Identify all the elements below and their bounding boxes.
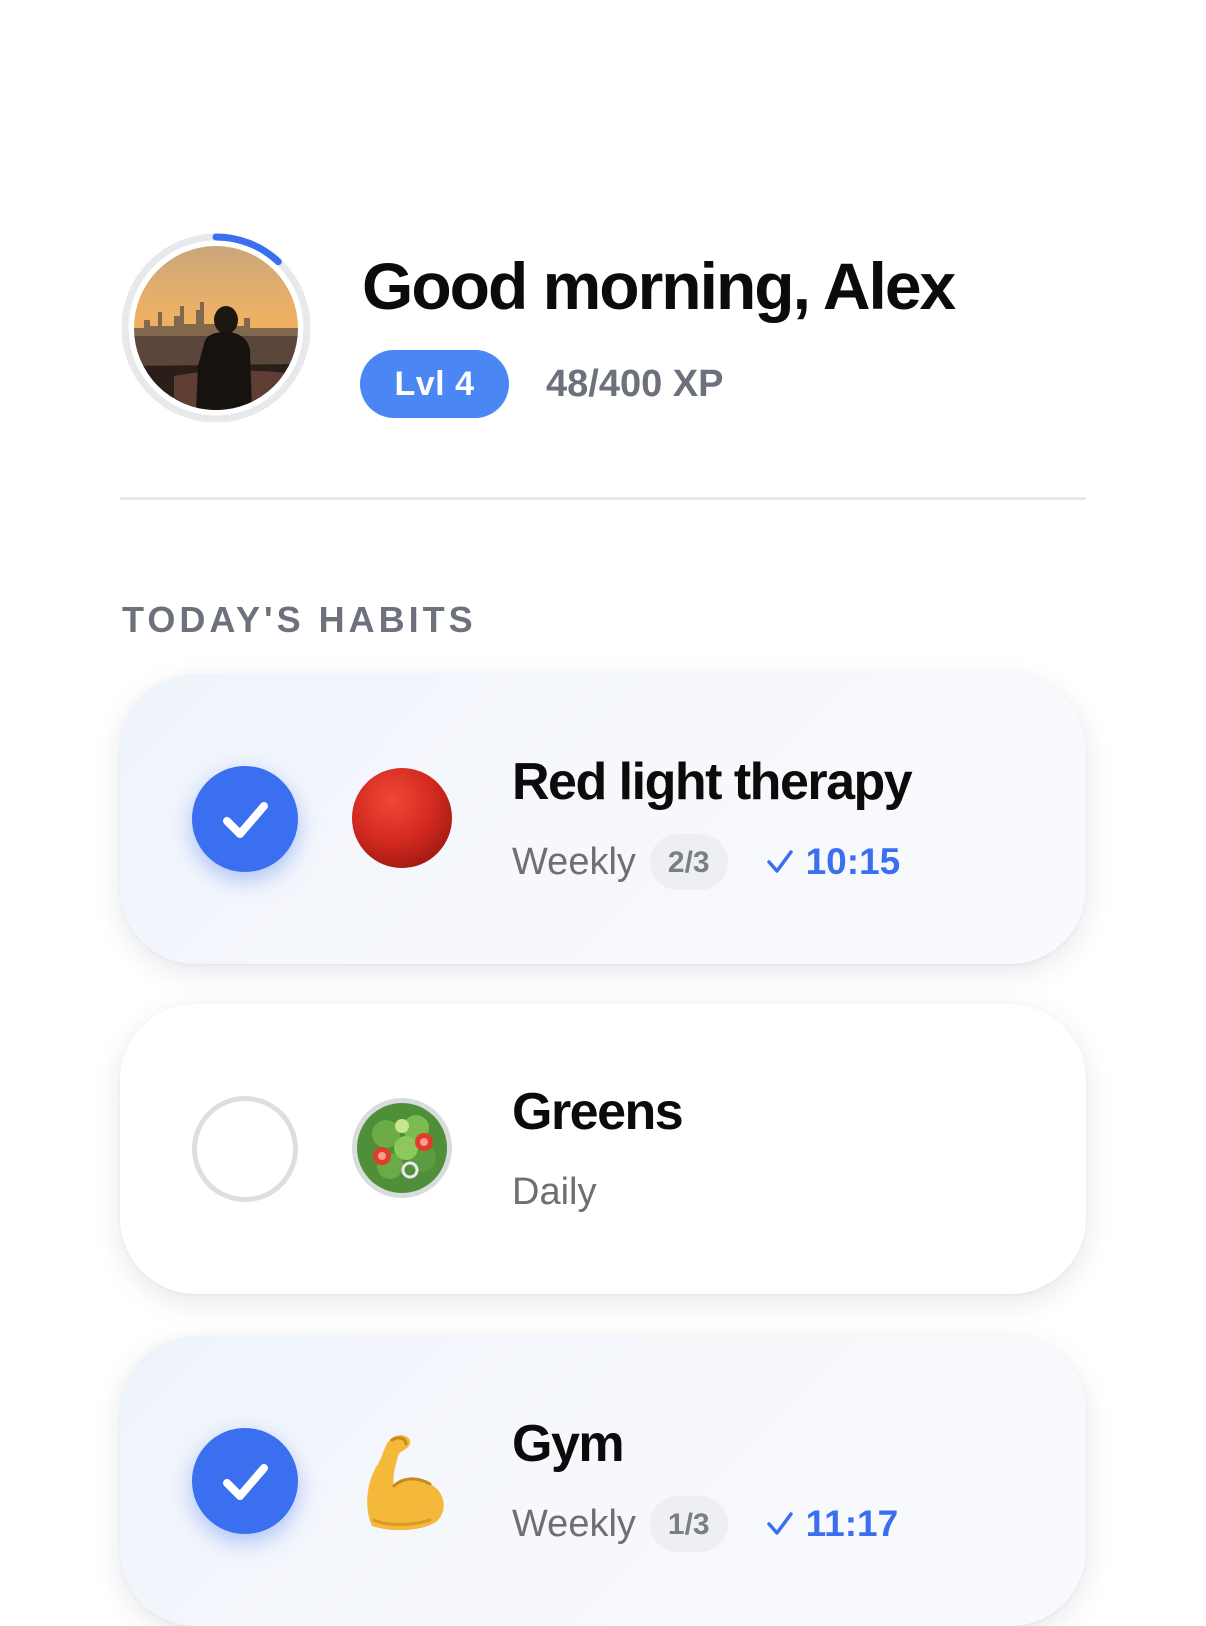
salad-icon — [352, 1098, 452, 1198]
habit-card[interactable]: Greens Daily — [120, 1004, 1086, 1294]
avatar — [134, 246, 298, 410]
habit-meta: Weekly 2/3 10:15 — [512, 834, 900, 890]
red-circle-icon — [352, 768, 452, 868]
level-badge: Lvl 4 — [360, 350, 509, 418]
habit-count-badge: 2/3 — [649, 834, 728, 890]
habit-checkbox-checked[interactable] — [192, 766, 298, 872]
flexed-biceps-icon — [367, 1435, 444, 1531]
habit-frequency: Weekly — [512, 841, 636, 883]
habit-card[interactable]: Red light therapy Weekly 2/3 10:15 — [120, 674, 1086, 964]
page-title: Good morning, Alex — [362, 249, 956, 323]
profile-avatar-progress[interactable] — [120, 232, 312, 424]
habit-meta: Daily — [512, 1164, 596, 1220]
habit-frequency: Daily — [512, 1171, 597, 1213]
checkmark-icon — [766, 850, 793, 873]
habit-name: Gym — [512, 1415, 625, 1473]
habit-checkbox-unchecked[interactable] — [192, 1096, 298, 1202]
habit-meta: Weekly 1/3 11:17 — [512, 1496, 898, 1552]
checkmark-icon — [223, 1464, 268, 1500]
completed-time-label: 10:15 — [805, 841, 901, 882]
habit-checkbox-checked[interactable] — [192, 1428, 298, 1534]
checkmark-icon — [766, 1512, 793, 1535]
section-title: TODAY'S HABITS — [122, 599, 477, 640]
habit-name: Red light therapy — [512, 753, 913, 811]
checkmark-icon — [223, 802, 268, 838]
completed-time-label: 11:17 — [805, 1503, 899, 1544]
header-divider — [120, 497, 1086, 500]
completed-time: 10:15 — [766, 834, 901, 890]
habit-count-badge: 1/3 — [649, 1496, 728, 1552]
habit-card[interactable]: Gym Weekly 1/3 11:17 — [120, 1336, 1086, 1626]
habit-name: Greens — [512, 1083, 684, 1141]
completed-time: 11:17 — [766, 1496, 899, 1552]
xp-progress-text: 48/400 XP — [546, 363, 724, 405]
habit-frequency: Weekly — [512, 1503, 636, 1545]
